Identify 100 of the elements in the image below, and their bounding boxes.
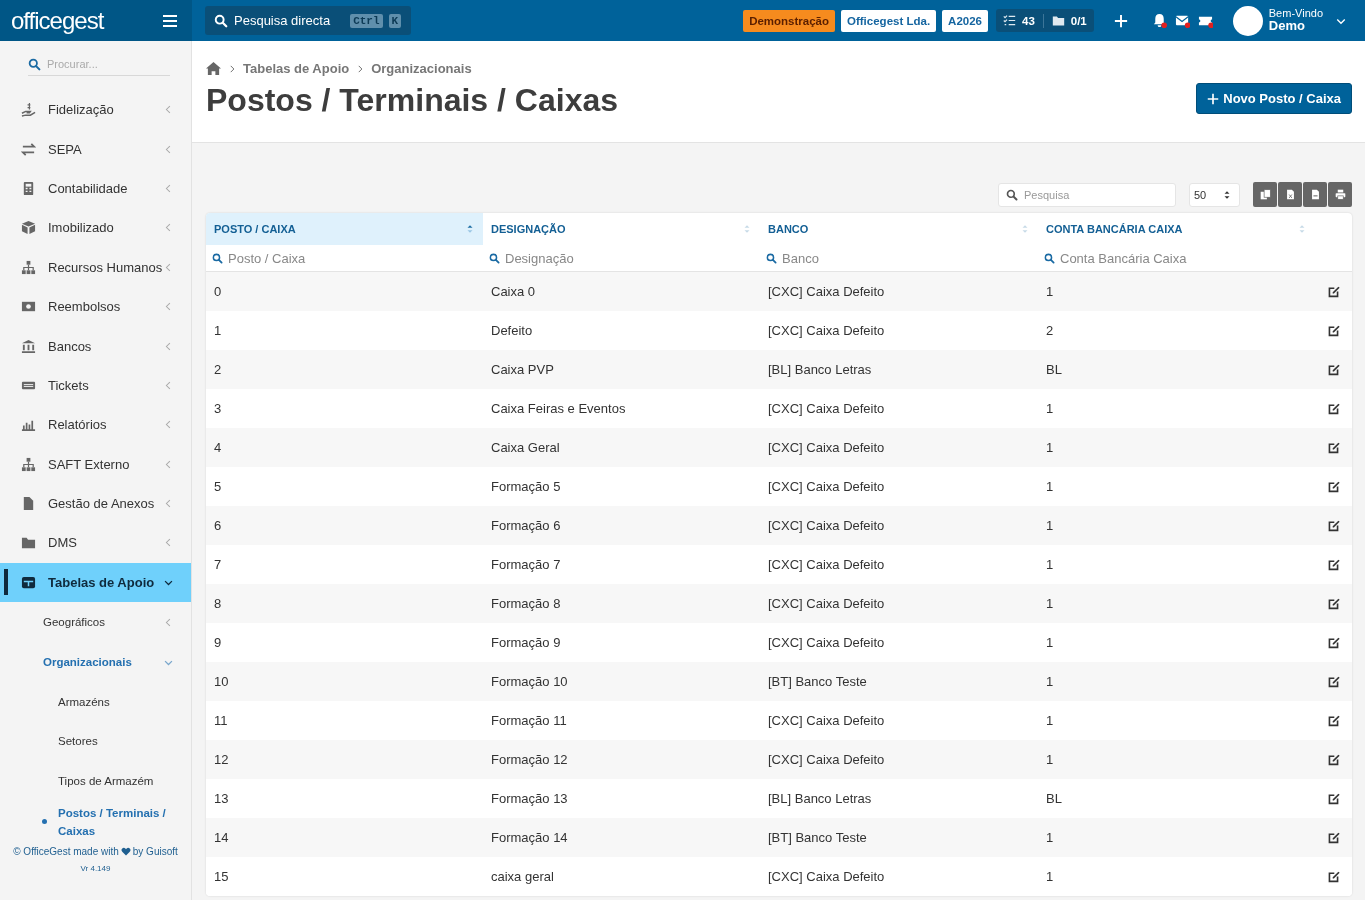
badge[interactable]: Officegest Lda. xyxy=(841,9,937,32)
table-cell: 1 xyxy=(1046,557,1054,572)
table-cell: caixa geral xyxy=(491,869,554,884)
breadcrumb-link[interactable]: Tabelas de Apoio xyxy=(243,61,350,76)
checklist-icon xyxy=(1003,14,1016,27)
menu-item[interactable]: Imobilizado xyxy=(0,208,191,248)
submenu-item[interactable]: Setores xyxy=(58,735,98,748)
table-cell: Formação 8 xyxy=(491,596,561,611)
table-cell: Formação 11 xyxy=(491,713,567,728)
search-icon xyxy=(212,252,223,264)
folder-icon xyxy=(1051,14,1065,27)
search-icon xyxy=(214,13,228,28)
menu-item[interactable]: SEPA xyxy=(0,129,191,169)
table-cell: BL xyxy=(1046,791,1062,806)
add-icon[interactable] xyxy=(1113,13,1128,28)
bell-icon[interactable] xyxy=(1151,13,1167,28)
table-cell: Formação 12 xyxy=(491,752,568,767)
hand-coin-icon xyxy=(21,102,36,118)
counter-group[interactable]: 43 0/1 xyxy=(996,9,1094,32)
menu-item[interactable]: Tabelas de Apoio xyxy=(0,562,191,603)
badge[interactable]: Demonstração xyxy=(743,9,835,32)
table-cell: Formação 9 xyxy=(491,635,561,650)
edit-icon[interactable] xyxy=(1327,831,1340,844)
table-cell: 1 xyxy=(1046,596,1054,611)
table-cell: 12 xyxy=(214,752,229,767)
edit-icon[interactable] xyxy=(1327,753,1340,766)
table-cell: Formação 7 xyxy=(491,557,561,572)
breadcrumb-link[interactable]: Organizacionais xyxy=(371,61,472,76)
column-header[interactable]: DESIGNAÇÃO xyxy=(483,213,760,245)
edit-icon[interactable] xyxy=(1327,285,1340,298)
keyboard-key: Ctrl xyxy=(350,13,383,28)
edit-icon[interactable] xyxy=(1327,714,1340,727)
menu-item[interactable]: Gestão de Anexos xyxy=(0,483,191,524)
search-field[interactable]: Pesquisa directa Ctrl K xyxy=(205,6,412,35)
print-button[interactable] xyxy=(1328,182,1352,207)
edit-icon[interactable] xyxy=(1327,870,1340,883)
submenu-item[interactable]: Postos / Terminais / Caixas xyxy=(58,803,173,840)
column-header[interactable]: POSTO / CAIXA xyxy=(206,213,483,245)
greeting: Bem-Vindo xyxy=(1268,7,1323,20)
menu-item[interactable]: Bancos xyxy=(0,326,191,366)
copy-button[interactable] xyxy=(1253,182,1277,207)
search-icon xyxy=(1044,252,1055,264)
table-cell: 1 xyxy=(1046,401,1054,416)
column-header[interactable]: BANCO xyxy=(760,213,1038,245)
plus-icon xyxy=(1207,92,1220,105)
menu-item[interactable]: DMS xyxy=(0,523,191,563)
home-icon[interactable] xyxy=(206,61,221,76)
calculator-icon xyxy=(21,180,36,196)
edit-icon[interactable] xyxy=(1327,363,1340,376)
menu-item[interactable]: Recursos Humanos xyxy=(0,247,191,287)
table-cell: 9 xyxy=(214,635,222,650)
bank-icon xyxy=(21,338,36,354)
page-size-select[interactable]: 50 xyxy=(1189,182,1240,207)
menu-item[interactable]: Relatórios xyxy=(0,405,191,445)
keyboard-key: K xyxy=(388,13,402,28)
table-cell: Formação 14 xyxy=(491,830,568,845)
edit-icon[interactable] xyxy=(1327,597,1340,610)
menu-item[interactable]: Reembolsos xyxy=(0,286,191,327)
bullet-icon xyxy=(42,819,47,825)
edit-icon[interactable] xyxy=(1327,675,1340,688)
page-title: Postos / Terminais / Caixas xyxy=(206,82,618,119)
table-cell: [CXC] Caixa Defeito xyxy=(768,869,885,884)
column-header[interactable]: CONTA BANCÁRIA CAIXA xyxy=(1038,213,1315,245)
edit-icon[interactable] xyxy=(1327,324,1340,337)
table-cell: 13 xyxy=(214,791,229,806)
menu-item[interactable]: Tickets xyxy=(0,365,191,406)
edit-icon[interactable] xyxy=(1327,558,1340,571)
search-icon xyxy=(766,252,777,264)
edit-icon[interactable] xyxy=(1327,792,1340,805)
table-cell: 5 xyxy=(214,479,222,494)
new-button[interactable]: Novo Posto / Caixa xyxy=(1196,83,1352,114)
table-cell: Formação 13 xyxy=(491,791,568,806)
edit-icon[interactable] xyxy=(1327,441,1340,454)
table-cell: 1 xyxy=(1046,284,1054,299)
table-cell: Formação 5 xyxy=(491,479,561,494)
table-cell: [CXC] Caixa Defeito xyxy=(768,596,885,611)
table-cell: 4 xyxy=(214,440,222,455)
arrows-icon xyxy=(21,141,36,157)
submenu-item[interactable]: Organizacionais xyxy=(0,642,191,683)
submenu-item[interactable]: Tipos de Armazém xyxy=(58,774,154,787)
menu-item[interactable]: SAFT Externo xyxy=(0,444,191,484)
edit-icon[interactable] xyxy=(1327,402,1340,415)
edit-icon[interactable] xyxy=(1327,636,1340,649)
table-cell: [BT] Banco Teste xyxy=(768,674,867,689)
menu-item[interactable]: Contabilidade xyxy=(0,168,191,209)
badge[interactable]: A2026 xyxy=(942,9,988,32)
menu-item[interactable]: Fidelização xyxy=(0,90,191,130)
table-cell: [BL] Banco Letras xyxy=(768,791,872,806)
edit-icon[interactable] xyxy=(1327,480,1340,493)
avatar[interactable] xyxy=(1232,5,1263,36)
submenu-item[interactable]: Geográficos xyxy=(0,602,191,643)
submenu-item[interactable]: Armazéns xyxy=(58,695,110,708)
excel-button[interactable] xyxy=(1278,182,1302,207)
user-name[interactable]: Demo xyxy=(1268,19,1323,34)
menu-icon[interactable] xyxy=(162,12,178,29)
edit-icon[interactable] xyxy=(1327,519,1340,532)
csv-button[interactable] xyxy=(1303,182,1327,207)
table-cell: 8 xyxy=(214,596,222,611)
task-count: 43 xyxy=(1022,14,1035,27)
envelope-icon[interactable] xyxy=(1174,13,1190,28)
